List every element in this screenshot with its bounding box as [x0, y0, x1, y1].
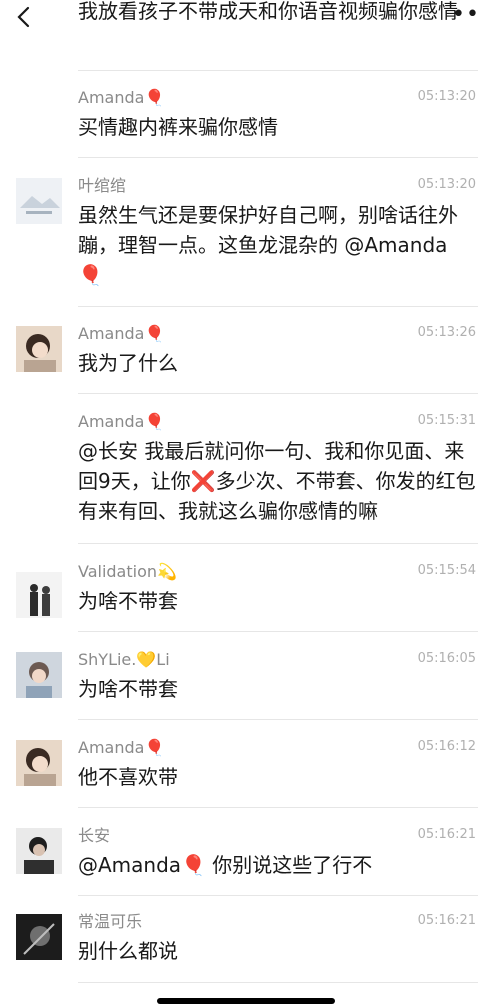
message-time: 05:16:21	[417, 913, 476, 928]
back-chevron-icon[interactable]	[14, 6, 36, 28]
divider	[78, 982, 478, 983]
message-time: 05:13:26	[417, 325, 476, 340]
sender-name[interactable]: 叶绾绾	[78, 176, 126, 196]
cross-mark-icon: ❌	[190, 469, 216, 493]
home-indicator	[157, 998, 335, 1004]
avatar-image-icon	[16, 326, 62, 372]
avatar[interactable]	[16, 178, 62, 224]
message-text: 买情趣内裤来骗你感情	[78, 115, 278, 139]
sender-name[interactable]: Amanda🎈	[78, 412, 164, 432]
divider	[78, 306, 478, 307]
balloon-icon: 🎈	[181, 853, 206, 877]
sender-name[interactable]: 长安	[78, 826, 110, 846]
more-icon[interactable]: ••	[452, 4, 480, 26]
balloon-icon: 🎈	[144, 412, 165, 431]
message-text: 他不喜欢带	[78, 765, 178, 789]
balloon-icon: 🎈	[78, 263, 103, 287]
sender-name[interactable]: Amanda🎈	[78, 738, 164, 758]
divider	[78, 719, 478, 720]
message-text: 虽然生气还是要保护好自己啊，别啥话往外蹦，理智一点。这鱼龙混杂的 @Amanda…	[78, 203, 458, 287]
message-text: @长安 我最后就问你一句、我和你见面、来回9天，让你❌多少次、不带套、你发的红包…	[78, 439, 476, 523]
avatar[interactable]	[16, 652, 62, 698]
divider	[78, 895, 478, 896]
avatar[interactable]	[16, 740, 62, 786]
message-time: 05:16:12	[417, 739, 476, 754]
divider	[78, 157, 478, 158]
sender-name[interactable]: ShYLie.💛Li	[78, 650, 170, 670]
avatar-image-icon	[16, 914, 62, 960]
divider	[78, 631, 478, 632]
avatar-image-icon	[16, 572, 62, 618]
divider	[78, 543, 478, 544]
balloon-icon: 🎈	[144, 738, 165, 757]
divider	[78, 393, 478, 394]
avatar-image-icon	[16, 178, 62, 224]
sender-name[interactable]: Amanda🎈	[78, 324, 164, 344]
avatar-image-icon	[16, 652, 62, 698]
sender-name[interactable]: 常温可乐	[78, 912, 142, 932]
sender-name[interactable]: Amanda🎈	[78, 88, 164, 108]
message-time: 05:15:31	[417, 413, 476, 428]
message-time: 05:16:05	[417, 651, 476, 666]
message-time: 05:15:54	[417, 563, 476, 578]
sparkle-icon: 💫	[157, 562, 177, 581]
yellow-heart-icon: 💛	[136, 650, 157, 669]
previous-message-text: 我放看孩子不带成天和你语音视频骗你感情	[78, 0, 458, 23]
balloon-icon: 🎈	[144, 88, 165, 107]
avatar[interactable]	[16, 572, 62, 618]
message-text: @Amanda🎈 你别说这些了行不	[78, 853, 373, 877]
message-text: 为啥不带套	[78, 589, 178, 613]
message-text: 别什么都说	[78, 939, 178, 963]
message-time: 05:13:20	[417, 89, 476, 104]
avatar-image-icon	[16, 740, 62, 786]
avatar-image-icon	[16, 828, 62, 874]
sender-name[interactable]: Validation💫	[78, 562, 177, 582]
avatar[interactable]	[16, 914, 62, 960]
top-bar: 我放看孩子不带成天和你语音视频骗你感情 ••	[0, 0, 494, 60]
divider	[78, 70, 478, 71]
message-time: 05:16:21	[417, 827, 476, 842]
avatar[interactable]	[16, 828, 62, 874]
message-text: 我为了什么	[78, 351, 178, 375]
message-time: 05:13:20	[417, 177, 476, 192]
balloon-icon: 🎈	[144, 324, 165, 343]
avatar[interactable]	[16, 326, 62, 372]
divider	[78, 807, 478, 808]
message-text: 为啥不带套	[78, 677, 178, 701]
